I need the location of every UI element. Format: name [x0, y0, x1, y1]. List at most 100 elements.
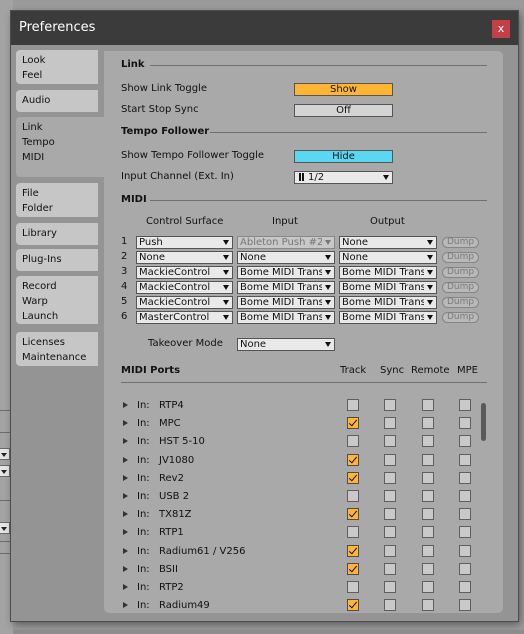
close-button[interactable]: x [492, 20, 510, 38]
remote-checkbox[interactable] [422, 417, 434, 429]
track-checkbox[interactable] [347, 545, 359, 557]
tab-audio[interactable]: Audio [16, 90, 98, 112]
track-checkbox[interactable] [347, 417, 359, 429]
control-surface-dropdown[interactable]: MackieControl [136, 266, 233, 279]
midi-input-dropdown[interactable]: Ableton Push #2 [237, 236, 335, 249]
mpe-checkbox[interactable] [459, 545, 471, 557]
sync-checkbox[interactable] [384, 417, 396, 429]
background-dropdown[interactable] [0, 448, 10, 460]
sync-checkbox[interactable] [384, 399, 396, 411]
track-checkbox[interactable] [347, 599, 359, 611]
sync-checkbox[interactable] [384, 490, 396, 502]
tab-record-warp-launch[interactable]: Record Warp Launch [16, 276, 98, 324]
midi-input-dropdown[interactable]: Bome MIDI Transla [237, 311, 335, 324]
midi-output-dropdown[interactable]: None [339, 251, 437, 264]
remote-checkbox[interactable] [422, 545, 434, 557]
expand-triangle-icon[interactable] [123, 602, 128, 608]
track-checkbox[interactable] [347, 490, 359, 502]
midi-output-dropdown[interactable]: Bome MIDI Transla [339, 311, 437, 324]
sync-checkbox[interactable] [384, 599, 396, 611]
show-link-toggle-button[interactable]: Show [294, 83, 393, 96]
expand-triangle-icon[interactable] [123, 457, 128, 463]
mpe-checkbox[interactable] [459, 563, 471, 575]
control-surface-dropdown[interactable]: None [136, 251, 233, 264]
track-checkbox[interactable] [347, 526, 359, 538]
title-bar[interactable]: Preferences x [11, 11, 518, 45]
remote-checkbox[interactable] [422, 472, 434, 484]
expand-triangle-icon[interactable] [123, 511, 128, 517]
tab-licenses-maintenance[interactable]: Licenses Maintenance [16, 332, 98, 366]
midi-input-dropdown[interactable]: None [237, 251, 335, 264]
remote-checkbox[interactable] [422, 599, 434, 611]
expand-triangle-icon[interactable] [123, 584, 128, 590]
remote-checkbox[interactable] [422, 563, 434, 575]
track-checkbox[interactable] [347, 435, 359, 447]
track-checkbox[interactable] [347, 508, 359, 520]
mpe-checkbox[interactable] [459, 526, 471, 538]
remote-checkbox[interactable] [422, 435, 434, 447]
track-checkbox[interactable] [347, 472, 359, 484]
dump-button[interactable]: Dump [442, 237, 479, 248]
tab-link-tempo-midi[interactable]: Link Tempo MIDI [16, 117, 108, 177]
sync-checkbox[interactable] [384, 454, 396, 466]
remote-checkbox[interactable] [422, 526, 434, 538]
expand-triangle-icon[interactable] [123, 493, 128, 499]
tab-file-folder[interactable]: File Folder [16, 183, 98, 217]
track-checkbox[interactable] [347, 454, 359, 466]
expand-triangle-icon[interactable] [123, 566, 128, 572]
start-stop-sync-button[interactable]: Off [294, 104, 393, 117]
background-dropdown[interactable] [0, 465, 10, 477]
sync-checkbox[interactable] [384, 508, 396, 520]
dump-button[interactable]: Dump [442, 312, 479, 323]
midi-output-dropdown[interactable]: Bome MIDI Transla [339, 266, 437, 279]
expand-triangle-icon[interactable] [123, 475, 128, 481]
mpe-checkbox[interactable] [459, 490, 471, 502]
sync-checkbox[interactable] [384, 545, 396, 557]
dump-button[interactable]: Dump [442, 267, 479, 278]
control-surface-dropdown[interactable]: MasterControl [136, 311, 233, 324]
expand-triangle-icon[interactable] [123, 420, 128, 426]
remote-checkbox[interactable] [422, 490, 434, 502]
mpe-checkbox[interactable] [459, 599, 471, 611]
remote-checkbox[interactable] [422, 508, 434, 520]
tab-plug-ins[interactable]: Plug-Ins [16, 249, 98, 271]
mpe-checkbox[interactable] [459, 417, 471, 429]
dump-button[interactable]: Dump [442, 297, 479, 308]
midi-output-dropdown[interactable]: Bome MIDI Transla [339, 281, 437, 294]
tab-look-feel[interactable]: Look Feel [16, 50, 98, 84]
mpe-checkbox[interactable] [459, 508, 471, 520]
midi-input-dropdown[interactable]: Bome MIDI Transla [237, 266, 335, 279]
track-checkbox[interactable] [347, 581, 359, 593]
mpe-checkbox[interactable] [459, 454, 471, 466]
sync-checkbox[interactable] [384, 526, 396, 538]
sync-checkbox[interactable] [384, 472, 396, 484]
tab-library[interactable]: Library [16, 223, 98, 245]
sync-checkbox[interactable] [384, 563, 396, 575]
control-surface-dropdown[interactable]: Push [136, 236, 233, 249]
show-tempo-follower-toggle-button[interactable]: Hide [294, 150, 393, 163]
remote-checkbox[interactable] [422, 399, 434, 411]
dump-button[interactable]: Dump [442, 252, 479, 263]
track-checkbox[interactable] [347, 563, 359, 575]
midi-output-dropdown[interactable]: Bome MIDI Transla [339, 296, 437, 309]
mpe-checkbox[interactable] [459, 581, 471, 593]
sync-checkbox[interactable] [384, 435, 396, 447]
takeover-mode-dropdown[interactable]: None [237, 338, 335, 351]
midi-input-dropdown[interactable]: Bome MIDI Transla [237, 281, 335, 294]
mpe-checkbox[interactable] [459, 399, 471, 411]
mpe-checkbox[interactable] [459, 435, 471, 447]
input-channel-dropdown[interactable]: 1/2 [294, 171, 393, 184]
control-surface-dropdown[interactable]: MackieControl [136, 281, 233, 294]
track-checkbox[interactable] [347, 399, 359, 411]
mpe-checkbox[interactable] [459, 472, 471, 484]
midi-ports-scrollbar[interactable] [481, 403, 486, 441]
expand-triangle-icon[interactable] [123, 402, 128, 408]
control-surface-dropdown[interactable]: MackieControl [136, 296, 233, 309]
remote-checkbox[interactable] [422, 581, 434, 593]
expand-triangle-icon[interactable] [123, 548, 128, 554]
expand-triangle-icon[interactable] [123, 438, 128, 444]
midi-output-dropdown[interactable]: None [339, 236, 437, 249]
remote-checkbox[interactable] [422, 454, 434, 466]
dump-button[interactable]: Dump [442, 282, 479, 293]
expand-triangle-icon[interactable] [123, 529, 128, 535]
